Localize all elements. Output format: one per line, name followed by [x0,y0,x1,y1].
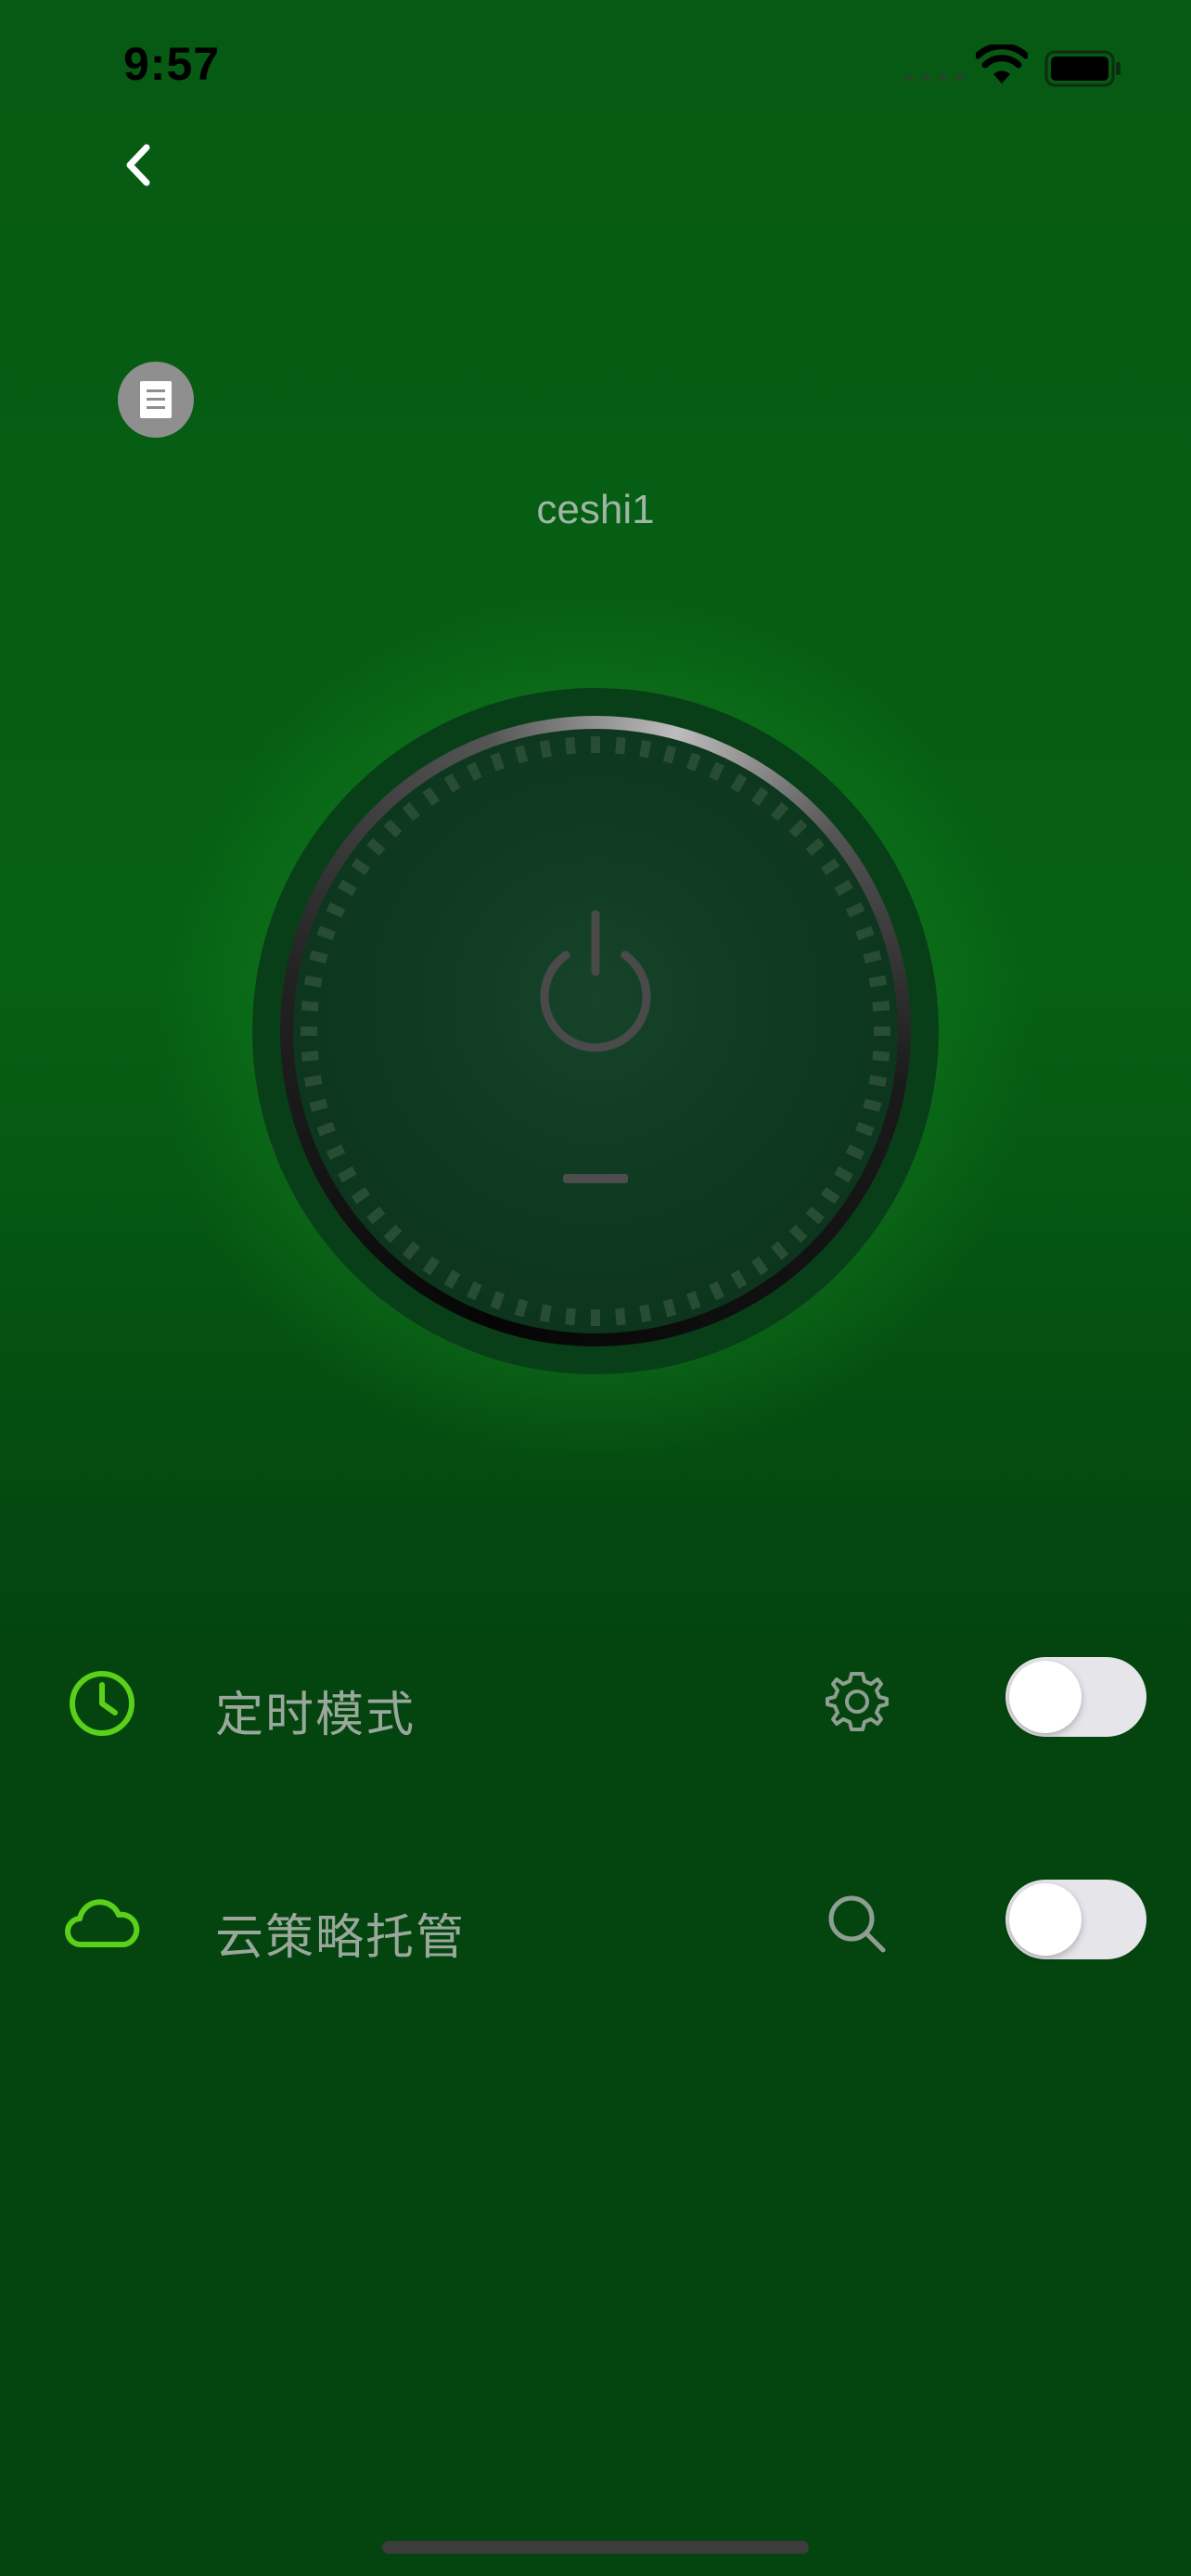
knob-tick [443,773,461,793]
knob-tick [402,802,420,822]
knob-tick [872,1051,890,1062]
knob-tick [662,745,677,764]
knob-tick [301,1051,319,1062]
knob-tick [872,1001,890,1012]
power-indicator-bar [563,1174,628,1183]
knob-tick [639,739,652,759]
knob-tick [467,761,482,782]
knob-tick [490,752,506,772]
knob-tick [730,773,748,793]
knob-tick [868,975,888,988]
knob-tick-marks [301,736,890,1326]
knob-tick [615,1307,626,1326]
document-icon [140,381,172,418]
knob-tick [788,1224,808,1243]
clock-icon [70,1671,134,1736]
knob-tick [855,1121,875,1137]
status-bar: 9:57 [0,0,1191,130]
knob-tick [615,736,626,755]
toggle-knob [1009,1883,1082,1956]
device-name: ceshi1 [536,487,655,532]
knob-tick [639,1304,652,1323]
knob-tick [467,1281,482,1301]
knob-tick [834,879,853,897]
cloud-strategy-label: 云策略托管 [215,1911,467,1965]
knob-tick [820,1186,840,1205]
knob-tick [539,739,552,759]
knob-tick [805,1206,825,1225]
knob-tick [771,1241,789,1260]
cloud-strategy-toggle[interactable] [1005,1880,1146,1959]
knob-tick [868,1075,888,1088]
knob-tick [771,802,789,822]
timer-mode-row: 定时模式 [0,1646,1191,1757]
knob-tick [338,879,357,897]
toggle-knob [1009,1661,1082,1733]
knob-tick [685,752,701,772]
knob-tick [422,1256,441,1276]
knob-tick [565,736,576,755]
knob-tick [685,1291,701,1310]
timer-mode-toggle[interactable] [1005,1657,1146,1737]
knob-tick [750,786,769,807]
home-indicator[interactable] [382,2541,809,2554]
device-info-button[interactable] [118,362,194,438]
knob-tick [366,837,386,856]
knob-tick [820,858,840,876]
knob-overlay [301,736,890,1326]
knob-tick [863,950,882,964]
knob-tick [514,745,529,764]
knob-tick [845,1144,865,1160]
knob-tick [490,1291,506,1310]
knob-tick [351,1186,371,1205]
knob-tick [383,819,403,838]
knob-tick [443,1269,461,1289]
knob-tick [834,1166,853,1183]
status-time: 9:57 [123,38,221,90]
knob-tick [366,1206,386,1225]
knob-tick [863,1098,882,1113]
knob-tick [539,1304,552,1323]
knob-tick [855,925,875,941]
knob-tick [309,1098,328,1113]
knob-tick [383,1224,403,1243]
wifi-icon [976,45,1028,83]
knob-tick [709,1281,724,1301]
chevron-left-icon [126,144,150,186]
battery-icon [1044,50,1121,87]
back-button[interactable] [109,134,171,196]
knob-tick [316,1121,336,1137]
cloud-icon [64,1899,140,1948]
cloud-strategy-row: 云策略托管 [0,1868,1191,1980]
knob-tick [514,1298,529,1318]
knob-tick [422,786,441,807]
gear-icon[interactable] [824,1668,890,1735]
knob-tick [662,1298,677,1318]
knob-tick [351,858,371,876]
knob-tick [730,1269,748,1289]
knob-tick [788,819,808,838]
signal-icon [904,72,966,83]
knob-tick [845,902,865,918]
knob-tick [750,1256,769,1276]
knob-tick [709,761,724,782]
knob-tick [301,1001,319,1012]
knob-tick [309,950,328,964]
power-knob[interactable] [252,688,939,1374]
power-icon[interactable] [540,910,651,1052]
knob-tick [565,1307,576,1326]
knob-tick [303,1075,323,1088]
knob-tick [805,837,825,856]
knob-tick [303,975,323,988]
knob-tick [402,1241,420,1260]
knob-tick [338,1166,357,1183]
knob-tick [326,902,346,918]
knob-tick [316,925,336,941]
timer-mode-label: 定时模式 [215,1689,416,1742]
search-icon[interactable] [824,1891,890,1958]
knob-tick [326,1144,346,1160]
